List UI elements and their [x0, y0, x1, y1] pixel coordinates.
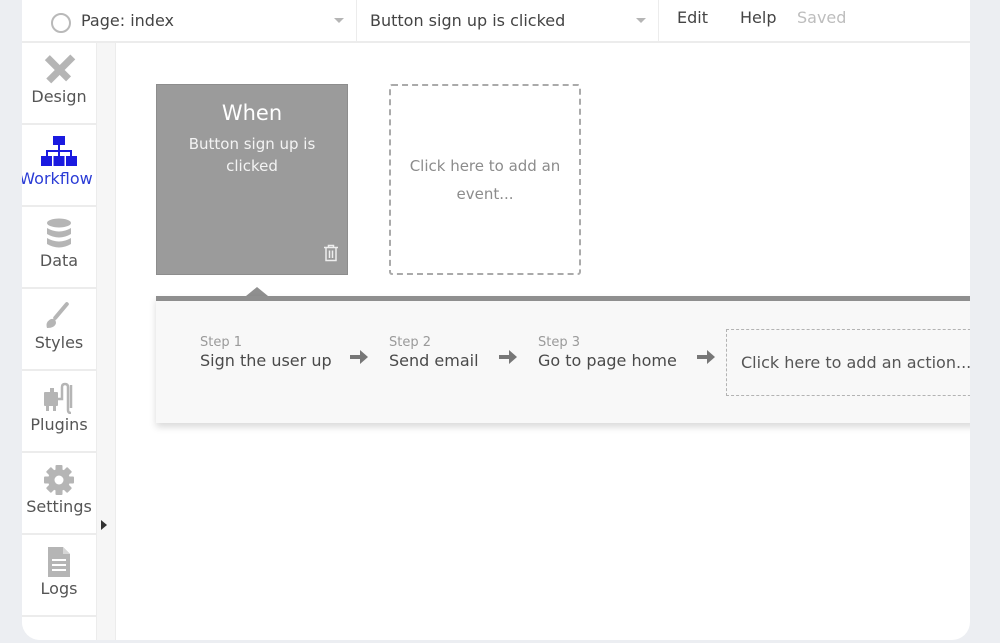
sidebar-item-label: Settings — [26, 497, 92, 516]
plug-icon — [42, 381, 76, 415]
event-selector-label: Button sign up is clicked — [370, 11, 566, 30]
app-window: Page: index Button sign up is clicked Ed… — [22, 0, 970, 640]
sidebar-item-label: Design — [31, 87, 87, 106]
app-logo-icon — [51, 12, 71, 33]
add-action-label: Click here to add an action... — [741, 353, 970, 372]
sidebar-item-plugins[interactable]: Plugins — [22, 371, 96, 453]
step-number: Step 3 — [538, 335, 581, 350]
top-bar: Page: index Button sign up is clicked Ed… — [22, 0, 970, 43]
add-event-label: Click here to add an event... — [409, 156, 561, 203]
step-name: Go to page home — [538, 351, 677, 370]
save-status: Saved — [797, 8, 847, 27]
trash-icon[interactable] — [323, 244, 339, 266]
sidebar: Design Workflow Data Styles Plugins Sett… — [22, 43, 96, 640]
expand-panel-toggle-icon[interactable] — [101, 520, 107, 530]
chevron-down-icon — [636, 18, 646, 23]
page-selector[interactable]: Page: index — [51, 0, 357, 41]
event-selector[interactable]: Button sign up is clicked — [359, 0, 659, 41]
action-step-1[interactable]: Step 1 Sign the user up — [200, 335, 332, 370]
sidebar-item-design[interactable]: Design — [22, 43, 96, 125]
step-number: Step 1 — [200, 335, 243, 350]
step-name: Sign the user up — [200, 351, 332, 370]
workflow-sitemap-icon — [40, 135, 78, 169]
arrow-right-icon — [349, 348, 369, 370]
event-card-title: When — [221, 101, 283, 125]
sidebar-gutter — [96, 43, 116, 640]
sidebar-item-workflow[interactable]: Workflow — [22, 125, 96, 207]
sidebar-item-styles[interactable]: Styles — [22, 289, 96, 371]
help-menu[interactable]: Help — [740, 8, 776, 27]
step-name: Send email — [389, 351, 479, 370]
paintbrush-icon — [43, 299, 75, 333]
page-selector-label: Page: index — [81, 11, 174, 30]
sidebar-item-label: Data — [39, 251, 79, 270]
event-card-subtitle: Button sign up is clicked — [188, 135, 316, 175]
event-card[interactable]: When Button sign up is clicked — [156, 84, 348, 275]
database-icon — [46, 217, 72, 251]
step-number: Step 2 — [389, 335, 432, 350]
action-step-2[interactable]: Step 2 Send email — [389, 335, 479, 370]
selected-event-pointer — [246, 287, 268, 296]
sidebar-item-label: Workflow — [22, 169, 93, 188]
actions-panel: Step 1 Sign the user up Step 2 Send emai… — [156, 296, 970, 423]
add-event-button[interactable]: Click here to add an event... — [389, 84, 581, 275]
sidebar-item-settings[interactable]: Settings — [22, 453, 96, 535]
document-icon — [46, 545, 72, 579]
arrow-right-icon — [498, 348, 518, 370]
action-step-3[interactable]: Step 3 Go to page home — [538, 335, 677, 370]
edit-menu[interactable]: Edit — [677, 8, 708, 27]
gear-icon — [43, 463, 75, 497]
add-action-button[interactable]: Click here to add an action... — [726, 329, 970, 396]
sidebar-item-label: Plugins — [30, 415, 88, 434]
sidebar-item-label: Logs — [40, 579, 78, 598]
sidebar-item-label: Styles — [34, 333, 84, 352]
arrow-right-icon — [696, 348, 716, 370]
sidebar-item-data[interactable]: Data — [22, 207, 96, 289]
design-tools-icon — [42, 53, 76, 87]
chevron-down-icon — [334, 18, 344, 23]
sidebar-item-logs[interactable]: Logs — [22, 535, 96, 617]
